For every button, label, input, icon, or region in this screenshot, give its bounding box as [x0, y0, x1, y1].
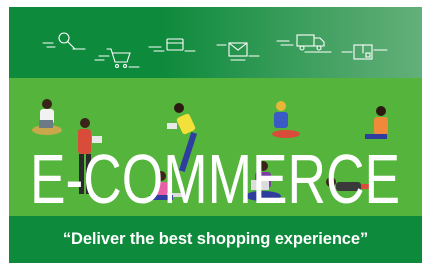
- delivery-truck-icon: [276, 34, 332, 53]
- ecommerce-banner: E-COMMERCE “Deliver the best shopping ex…: [9, 7, 422, 263]
- person-reading: [272, 101, 300, 138]
- person-sitting-laptop: [32, 99, 62, 135]
- icon-row: [42, 32, 388, 69]
- headline-text: E-COMMERCE: [30, 143, 400, 213]
- mail-icon: [216, 42, 260, 61]
- person-sitting-right: [365, 106, 388, 139]
- credit-card-icon: [148, 38, 196, 52]
- package-box-icon: [341, 44, 388, 60]
- tagline-text: “Deliver the best shopping experience”: [62, 230, 369, 248]
- shopping-cart-icon: [94, 48, 140, 69]
- headline-area: E-COMMERCE: [9, 140, 422, 218]
- search-icon: [42, 32, 86, 50]
